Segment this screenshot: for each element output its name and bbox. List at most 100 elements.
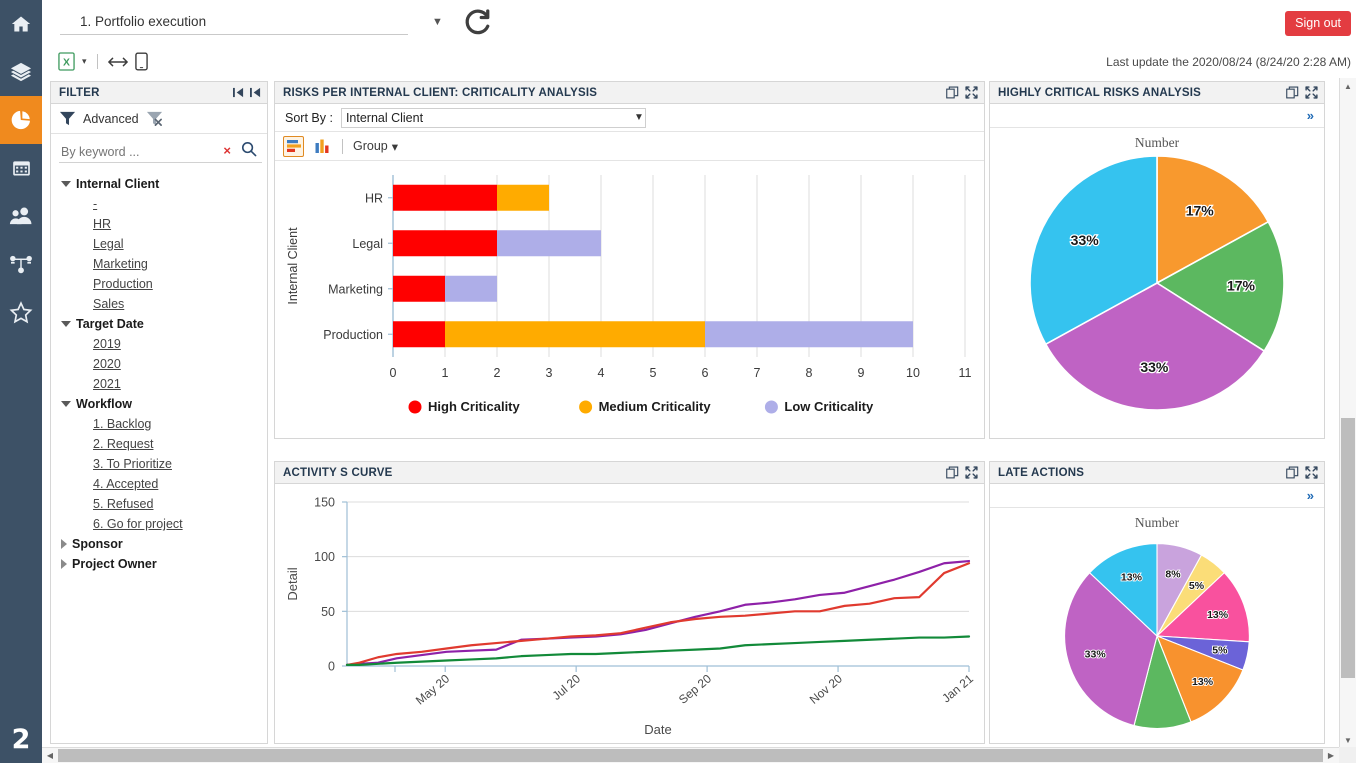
filter-tools-row: Advanced — [51, 104, 267, 134]
svg-text:6: 6 — [702, 366, 709, 380]
filter-item[interactable]: - — [51, 194, 267, 214]
horizontal-scrollbar[interactable]: ◀ ▶ — [42, 747, 1339, 763]
scroll-down-arrow-icon[interactable]: ▼ — [1340, 732, 1356, 748]
risks-bar-panel-title: RISKS PER INTERNAL CLIENT: CRITICALITY A… — [283, 86, 598, 99]
sort-by-select[interactable]: Internal Client — [340, 107, 646, 128]
svg-text:10: 10 — [906, 366, 920, 380]
filter-group-sponsor[interactable]: Sponsor — [51, 534, 267, 554]
filter-item[interactable]: Marketing — [51, 254, 267, 274]
pie1-subheader: » — [990, 104, 1324, 128]
refresh-button[interactable] — [462, 8, 492, 38]
triangle-down-icon — [61, 321, 71, 327]
svg-text:0: 0 — [328, 660, 335, 674]
export-caret-icon[interactable]: ▾ — [82, 56, 87, 67]
filter-item[interactable]: Legal — [51, 234, 267, 254]
rail-item-dashboards[interactable] — [0, 96, 42, 144]
chart-tools-divider — [342, 138, 343, 154]
scroll-right-arrow-icon[interactable]: ▶ — [1323, 748, 1339, 763]
expand-legend-chevron-icon[interactable]: » — [1307, 108, 1314, 123]
collapse-all-icon[interactable] — [233, 87, 244, 98]
excel-export-icon[interactable]: X — [58, 52, 75, 71]
mobile-view-icon[interactable] — [134, 52, 148, 71]
rail-item-organization[interactable] — [0, 240, 42, 288]
pie1-chart-title: Number — [1134, 135, 1180, 150]
funnel-icon[interactable] — [59, 110, 76, 127]
highly-critical-risks-header: HIGHLY CRITICAL RISKS ANALYSIS — [990, 82, 1324, 104]
fit-width-icon[interactable] — [107, 55, 128, 69]
svg-text:13%: 13% — [1192, 676, 1214, 688]
rail-item-users[interactable] — [0, 192, 42, 240]
filter-item[interactable]: 4. Accepted — [51, 474, 267, 494]
expand-legend-chevron-icon[interactable]: » — [1307, 488, 1314, 503]
sign-out-button[interactable]: Sign out — [1285, 11, 1351, 36]
filter-panel-header: FILTER — [51, 82, 267, 104]
expand-icon[interactable] — [965, 466, 978, 479]
expand-icon[interactable] — [965, 86, 978, 99]
filter-item[interactable]: HR — [51, 214, 267, 234]
svg-text:33%: 33% — [1071, 232, 1100, 248]
pie-chart-icon — [11, 110, 30, 130]
highly-critical-risks-panel: HIGHLY CRITICAL RISKS ANALYSIS » Number … — [989, 81, 1325, 439]
filter-item[interactable]: 2. Request — [51, 434, 267, 454]
rail-item-layers[interactable] — [0, 48, 42, 96]
filter-item[interactable]: 6. Go for project — [51, 514, 267, 534]
risks-bar-panel: RISKS PER INTERNAL CLIENT: CRITICALITY A… — [274, 81, 985, 439]
svg-text:Jul 20: Jul 20 — [550, 671, 584, 703]
search-icon[interactable] — [241, 141, 257, 157]
left-rail: 2 — [0, 0, 42, 763]
rail-item-home[interactable] — [0, 0, 42, 48]
dashboard-select[interactable]: 1. Portfolio execution — [60, 11, 408, 35]
horizontal-scroll-thumb[interactable] — [58, 749, 1323, 762]
filter-group-label: Sponsor — [72, 537, 123, 551]
vertical-scrollbar[interactable]: ▲ ▼ — [1339, 78, 1356, 748]
scroll-left-arrow-icon[interactable]: ◀ — [42, 748, 58, 763]
duplicate-icon[interactable] — [1286, 466, 1299, 479]
svg-text:Date: Date — [644, 722, 671, 737]
group-dropdown-button[interactable]: Group ▾ — [353, 139, 398, 154]
svg-text:X: X — [63, 58, 70, 69]
filter-item[interactable]: 5. Refused — [51, 494, 267, 514]
svg-text:8%: 8% — [1165, 568, 1181, 580]
late-actions-panel: LATE ACTIONS » Number 8% 5% 13% 5% 13% 3… — [989, 461, 1325, 744]
top-bar: 1. Portfolio execution ▼ Sign out — [42, 0, 1356, 48]
expand-icon[interactable] — [1305, 466, 1318, 479]
filter-group-project-owner[interactable]: Project Owner — [51, 554, 267, 574]
workspace: FILTER Advanced By keyword ... × Interna… — [42, 78, 1356, 748]
filter-item[interactable]: Production — [51, 274, 267, 294]
activity-s-curve-panel: ACTIVITY S CURVE 0 50 100 150 May 20 Jul 20 Se… — [274, 461, 985, 744]
svg-text:11: 11 — [959, 366, 972, 380]
duplicate-icon[interactable] — [946, 466, 959, 479]
rail-item-calendar[interactable] — [0, 144, 42, 192]
rail-item-favorites[interactable] — [0, 288, 42, 336]
sort-row: Sort By : Internal Client ▼ — [275, 104, 984, 132]
filter-item[interactable]: 2021 — [51, 374, 267, 394]
horizontal-bar-view-button[interactable] — [283, 135, 304, 157]
scroll-up-arrow-icon[interactable]: ▲ — [1340, 78, 1356, 94]
filter-tree: Internal Client - HR Legal Marketing Producti… — [51, 168, 267, 738]
highly-critical-risks-title: HIGHLY CRITICAL RISKS ANALYSIS — [998, 86, 1202, 99]
expand-icon[interactable] — [1305, 86, 1318, 99]
vertical-bar-view-button[interactable] — [311, 136, 332, 157]
svg-text:9: 9 — [858, 366, 865, 380]
collapse-panel-icon[interactable] — [250, 87, 261, 98]
filter-item[interactable]: 1. Backlog — [51, 414, 267, 434]
svg-text:Sep 20: Sep 20 — [676, 671, 714, 706]
filter-item[interactable]: Sales — [51, 294, 267, 314]
search-input[interactable] — [59, 143, 262, 163]
chart-tools-row: Group ▾ — [275, 132, 984, 161]
filter-item[interactable]: 3. To Prioritize — [51, 454, 267, 474]
duplicate-icon[interactable] — [946, 86, 959, 99]
duplicate-icon[interactable] — [1286, 86, 1299, 99]
advanced-filter-label[interactable]: Advanced — [83, 112, 139, 126]
filter-group-target-date[interactable]: Target Date — [51, 314, 267, 334]
late-actions-header: LATE ACTIONS — [990, 462, 1324, 484]
filter-group-internal-client[interactable]: Internal Client — [51, 174, 267, 194]
clear-keyword-icon[interactable]: × — [223, 143, 231, 158]
svg-text:100: 100 — [314, 550, 335, 564]
vertical-scroll-thumb[interactable] — [1341, 418, 1355, 678]
filter-item[interactable]: 2019 — [51, 334, 267, 354]
filter-item[interactable]: 2020 — [51, 354, 267, 374]
filter-group-workflow[interactable]: Workflow — [51, 394, 267, 414]
svg-text:17%: 17% — [1227, 278, 1256, 294]
clear-filter-icon[interactable] — [146, 110, 163, 127]
